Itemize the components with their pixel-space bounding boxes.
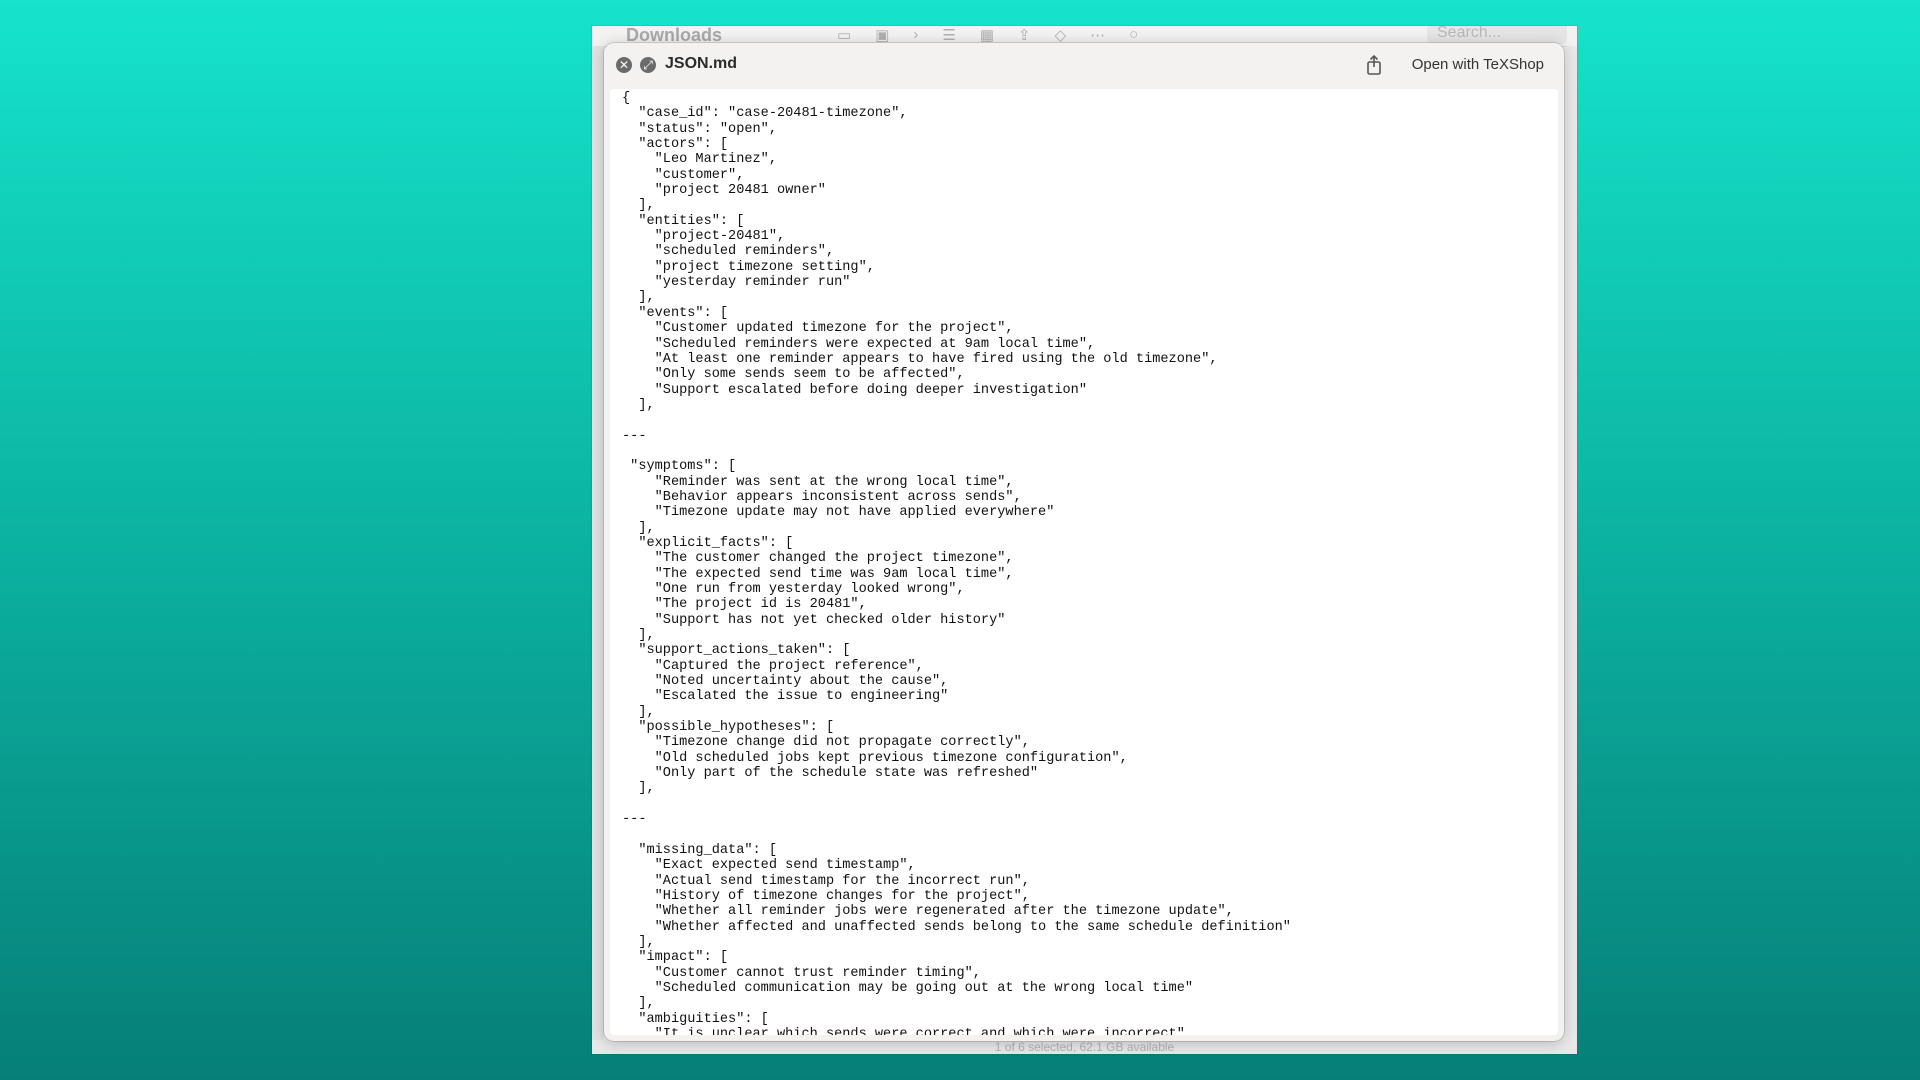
document-line: "Scheduled reminders were expected at 9a… (622, 336, 1096, 352)
document-line: ], (622, 290, 655, 306)
finder-file-list-edge (1567, 46, 1577, 1046)
document-line: "Support escalated before doing deeper i… (622, 382, 1087, 398)
document-line: "The customer changed the project timezo… (622, 551, 1014, 567)
document-line: "support_actions_taken": [ (622, 643, 851, 659)
open-with-texshop-button[interactable]: Open with TeXShop (1402, 52, 1554, 78)
document-line: "Exact expected send timestamp", (622, 858, 916, 874)
document-line: "status": "open", (622, 121, 777, 137)
document-line: "symptoms": [ (622, 459, 737, 475)
grid-view-icon[interactable]: ▦ (980, 26, 994, 44)
finder-toolbar-icons: ▭ ▣ › ☰ ▦ ⇪ ◇ ⋯ ○ (837, 26, 1138, 44)
document-line: "entities": [ (622, 213, 745, 229)
search-icon[interactable]: ○ (1129, 26, 1138, 44)
scrollbar[interactable] (1554, 89, 1562, 1035)
document-line: "impact": [ (622, 950, 729, 966)
document-line: "Old scheduled jobs kept previous timezo… (622, 750, 1128, 766)
document-line: "At least one reminder appears to have f… (622, 351, 1218, 367)
close-icon[interactable]: ✕ (616, 57, 632, 73)
tag-icon[interactable]: ◇ (1055, 26, 1067, 44)
document-line: "project-20481", (622, 229, 786, 245)
document-line: "missing_data": [ (622, 842, 777, 858)
preview-icon[interactable]: ▣ (875, 26, 889, 44)
document-line: "Only part of the schedule state was ref… (622, 766, 1039, 782)
document-line: "Noted uncertainty about the cause", (622, 674, 949, 690)
quicklook-panel: ✕ ⤢ JSON.md Open with TeXShop { "case_id… (604, 43, 1564, 1041)
document-line: "The expected send time was 9am local ti… (622, 566, 1014, 582)
file-title: JSON.md (665, 55, 738, 72)
document-line: ], (622, 781, 655, 797)
folder-icon[interactable]: ▭ (837, 26, 851, 44)
document-line: --- (622, 428, 647, 444)
document-line: "Customer updated timezone for the proje… (622, 321, 1014, 337)
share-icon[interactable] (1362, 53, 1386, 77)
document-line: "actors": [ (622, 137, 729, 153)
document-line: "explicit_facts": [ (622, 535, 794, 551)
document-line: "Escalated the issue to engineering" (622, 689, 949, 705)
document-text: { "case_id": "case-20481-timezone", "sta… (610, 91, 1291, 1035)
document-line: ], (622, 198, 655, 214)
document-line: "customer", (622, 167, 745, 183)
fullscreen-icon[interactable]: ⤢ (640, 57, 656, 73)
document-line: ], (622, 520, 655, 536)
document-line: "yesterday reminder run" (622, 275, 851, 291)
document-line: "Captured the project reference", (622, 658, 924, 674)
document-line: "Reminder was sent at the wrong local ti… (622, 474, 1014, 490)
document-line: "Customer cannot trust reminder timing", (622, 965, 981, 981)
document-line: "events": [ (622, 305, 729, 321)
document-line: "possible_hypotheses": [ (622, 720, 835, 736)
more-icon[interactable]: ⋯ (1090, 26, 1105, 44)
document-line: ], (622, 934, 655, 950)
document-line: "It is unclear which sends were correct … (622, 1026, 1194, 1035)
document-line: ], (622, 397, 655, 413)
finder-sidebar (592, 46, 604, 1046)
document-line: "Actual send timestamp for the incorrect… (622, 873, 1030, 889)
document-line: "The project id is 20481", (622, 597, 867, 613)
document-line: "Timezone change did not propagate corre… (622, 735, 1030, 751)
document-line: ], (622, 628, 655, 644)
document-line: "Leo Martinez", (622, 152, 777, 168)
document-line: ], (622, 996, 655, 1012)
document-line: "Scheduled communication may be going ou… (622, 980, 1194, 996)
document-line: "scheduled reminders", (622, 244, 835, 260)
document-line: "Timezone update may not have applied ev… (622, 505, 1055, 521)
list-view-icon[interactable]: ☰ (942, 26, 955, 44)
finder-status-bar: 1 of 6 selected, 62.1 GB available (592, 1040, 1577, 1054)
document-line: "History of timezone changes for the pro… (622, 888, 1030, 904)
document-line: "project 20481 owner" (622, 183, 826, 199)
document-line: "project timezone setting", (622, 259, 875, 275)
document-line: "ambiguities": [ (622, 1011, 769, 1027)
document-line: "Whether all reminder jobs were regenera… (622, 904, 1234, 920)
document-line: "Only some sends seem to be affected", (622, 367, 965, 383)
document-line: "case_id": "case-20481-timezone", (622, 106, 908, 122)
document-line: { (622, 91, 631, 106)
document-content[interactable]: { "case_id": "case-20481-timezone", "sta… (610, 89, 1558, 1035)
document-line: ], (622, 704, 655, 720)
document-line: "Whether affected and unaffected sends b… (622, 919, 1291, 935)
chevron-right-icon[interactable]: › (913, 26, 918, 44)
share-icon-bg[interactable]: ⇪ (1018, 26, 1031, 44)
finder-search-input[interactable]: Search... (1427, 26, 1567, 44)
document-line: --- (622, 812, 647, 828)
document-line: "Behavior appears inconsistent across se… (622, 489, 1022, 505)
document-line: "Support has not yet checked older histo… (622, 612, 1006, 628)
quicklook-titlebar: ✕ ⤢ JSON.md Open with TeXShop (604, 43, 1564, 87)
document-line: "One run from yesterday looked wrong", (622, 582, 965, 597)
